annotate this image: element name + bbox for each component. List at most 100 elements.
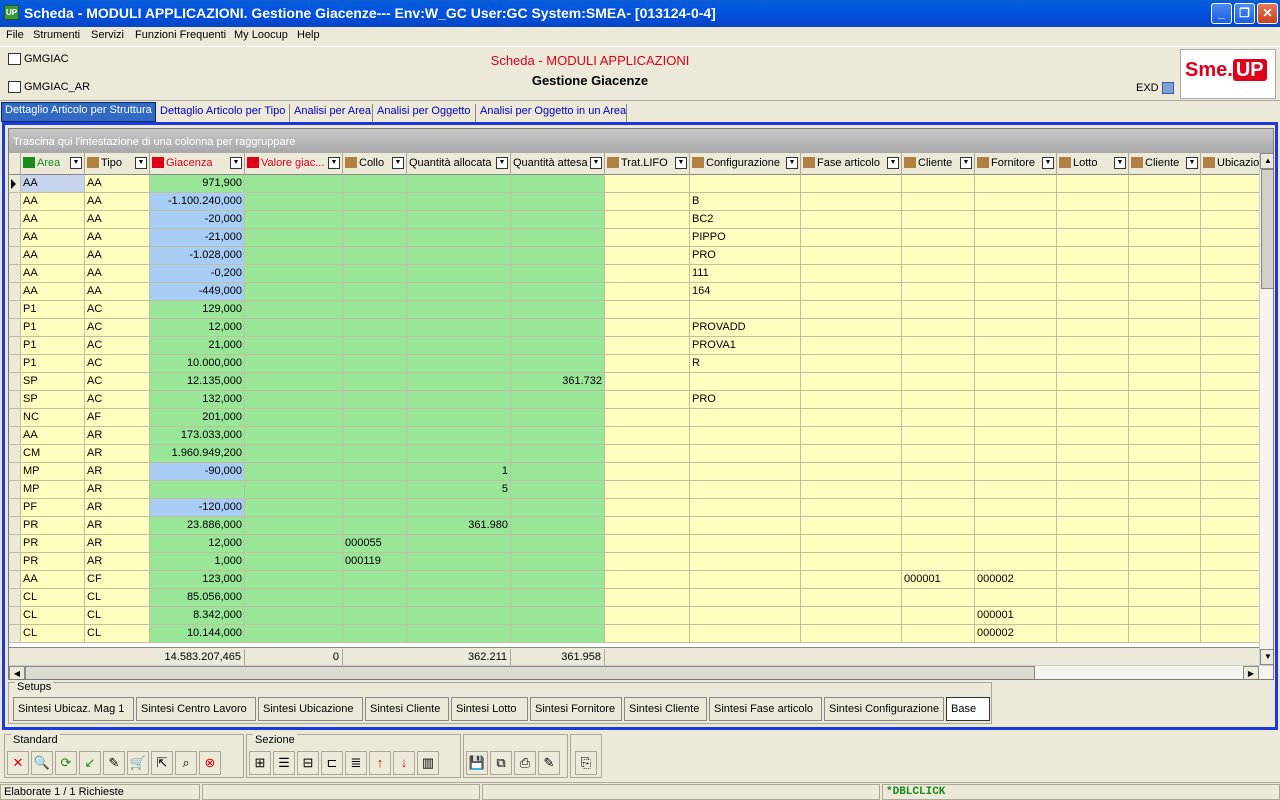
table-cell[interactable] <box>245 211 343 229</box>
row-selector[interactable] <box>9 229 21 247</box>
table-cell[interactable] <box>902 247 975 265</box>
table-cell[interactable] <box>801 481 902 499</box>
table-cell[interactable]: AA <box>21 175 85 193</box>
table-cell[interactable]: -90,000 <box>150 463 245 481</box>
setup-button[interactable]: Sintesi Configurazione <box>824 697 944 721</box>
row-selector[interactable] <box>9 391 21 409</box>
filter-dropdown-icon[interactable]: ▼ <box>960 157 972 169</box>
table-cell[interactable]: AC <box>85 391 150 409</box>
table-cell[interactable] <box>343 373 407 391</box>
row-selector[interactable] <box>9 535 21 553</box>
filter-dropdown-icon[interactable]: ▼ <box>70 157 82 169</box>
table-cell[interactable] <box>605 625 690 643</box>
row-selector[interactable] <box>9 409 21 427</box>
table-cell[interactable] <box>1057 391 1129 409</box>
table-cell[interactable] <box>1057 283 1129 301</box>
table-row[interactable]: CL CL 10.144,000 000002 <box>9 625 1273 643</box>
table-cell[interactable] <box>1129 589 1201 607</box>
table-cell[interactable] <box>245 481 343 499</box>
table-cell[interactable] <box>902 265 975 283</box>
export-icon[interactable]: ⇱ <box>151 751 173 775</box>
table-row[interactable]: AA AA -21,000 PIPPO <box>9 229 1273 247</box>
tree-icon[interactable]: ⊞ <box>249 751 271 775</box>
table-cell[interactable] <box>902 355 975 373</box>
table-cell[interactable] <box>902 301 975 319</box>
table-cell[interactable] <box>1057 499 1129 517</box>
table-cell[interactable]: P1 <box>21 301 85 319</box>
row-selector[interactable] <box>9 571 21 589</box>
horizontal-scrollbar[interactable]: ◀ ▶ <box>9 665 1273 679</box>
table-cell[interactable] <box>511 607 605 625</box>
table-cell[interactable]: BC2 <box>690 211 801 229</box>
column-header[interactable]: Trat.LIFO ▼ <box>605 153 690 175</box>
row-selector[interactable] <box>9 481 21 499</box>
table-cell[interactable] <box>975 481 1057 499</box>
table-cell[interactable]: 85.056,000 <box>150 589 245 607</box>
table-cell[interactable] <box>975 517 1057 535</box>
table-row[interactable]: AA AA -1.100.240,000 B <box>9 193 1273 211</box>
table-cell[interactable] <box>343 607 407 625</box>
table-cell[interactable]: 361.980 <box>407 517 511 535</box>
table-cell[interactable]: 971,900 <box>150 175 245 193</box>
table-cell[interactable] <box>1057 337 1129 355</box>
table-cell[interactable]: 000001 <box>975 607 1057 625</box>
table-cell[interactable] <box>605 337 690 355</box>
table-cell[interactable] <box>511 247 605 265</box>
table-cell[interactable] <box>511 391 605 409</box>
table-cell[interactable] <box>902 193 975 211</box>
table-row[interactable]: P1 AC 21,000 PROVA1 <box>9 337 1273 355</box>
table-cell[interactable] <box>690 517 801 535</box>
table-cell[interactable] <box>1129 265 1201 283</box>
table-cell[interactable] <box>407 445 511 463</box>
table-cell[interactable] <box>511 283 605 301</box>
table-cell[interactable]: MP <box>21 463 85 481</box>
column-header[interactable]: Tipo ▼ <box>85 153 150 175</box>
table-cell[interactable]: AA <box>85 193 150 211</box>
table-cell[interactable]: 201,000 <box>150 409 245 427</box>
table-cell[interactable]: AR <box>85 481 150 499</box>
table-cell[interactable]: 21,000 <box>150 337 245 355</box>
table-cell[interactable]: 1 <box>407 463 511 481</box>
table-cell[interactable] <box>343 355 407 373</box>
table-cell[interactable] <box>1129 553 1201 571</box>
column-header[interactable]: Fase articolo ▼ <box>801 153 902 175</box>
table-cell[interactable]: 1,000 <box>150 553 245 571</box>
table-cell[interactable] <box>690 301 801 319</box>
table-cell[interactable] <box>1057 571 1129 589</box>
table-cell[interactable] <box>245 301 343 319</box>
table-cell[interactable] <box>975 373 1057 391</box>
table-cell[interactable] <box>801 265 902 283</box>
row-selector[interactable] <box>9 247 21 265</box>
table-cell[interactable] <box>605 589 690 607</box>
table-cell[interactable] <box>245 265 343 283</box>
row-selector[interactable] <box>9 589 21 607</box>
row-selector[interactable] <box>9 445 21 463</box>
table-row[interactable]: AA AA -20,000 BC2 <box>9 211 1273 229</box>
column-header[interactable]: Configurazione ▼ <box>690 153 801 175</box>
table-cell[interactable] <box>1057 175 1129 193</box>
table-cell[interactable] <box>902 607 975 625</box>
table-cell[interactable] <box>902 409 975 427</box>
table-cell[interactable] <box>975 553 1057 571</box>
back-arrow-icon[interactable]: ↙ <box>79 751 101 775</box>
table-cell[interactable]: AR <box>85 445 150 463</box>
table-cell[interactable] <box>1129 499 1201 517</box>
menu-file[interactable]: File <box>6 29 24 41</box>
save-icon[interactable]: 💾 <box>466 751 488 775</box>
menu-servizi[interactable]: Servizi <box>91 29 124 41</box>
table-cell[interactable]: AA <box>85 265 150 283</box>
minimize-button[interactable]: _ <box>1211 3 1232 24</box>
cancel-icon[interactable]: ✕ <box>7 751 29 775</box>
table-cell[interactable] <box>245 427 343 445</box>
table-cell[interactable] <box>690 625 801 643</box>
table-cell[interactable] <box>343 427 407 445</box>
table-cell[interactable] <box>407 535 511 553</box>
stop-icon[interactable]: ⊗ <box>199 751 221 775</box>
table-cell[interactable] <box>801 589 902 607</box>
table-cell[interactable] <box>975 445 1057 463</box>
table-cell[interactable]: 10.144,000 <box>150 625 245 643</box>
table-cell[interactable] <box>975 391 1057 409</box>
table-cell[interactable] <box>605 283 690 301</box>
table-cell[interactable] <box>245 445 343 463</box>
table-cell[interactable] <box>902 553 975 571</box>
